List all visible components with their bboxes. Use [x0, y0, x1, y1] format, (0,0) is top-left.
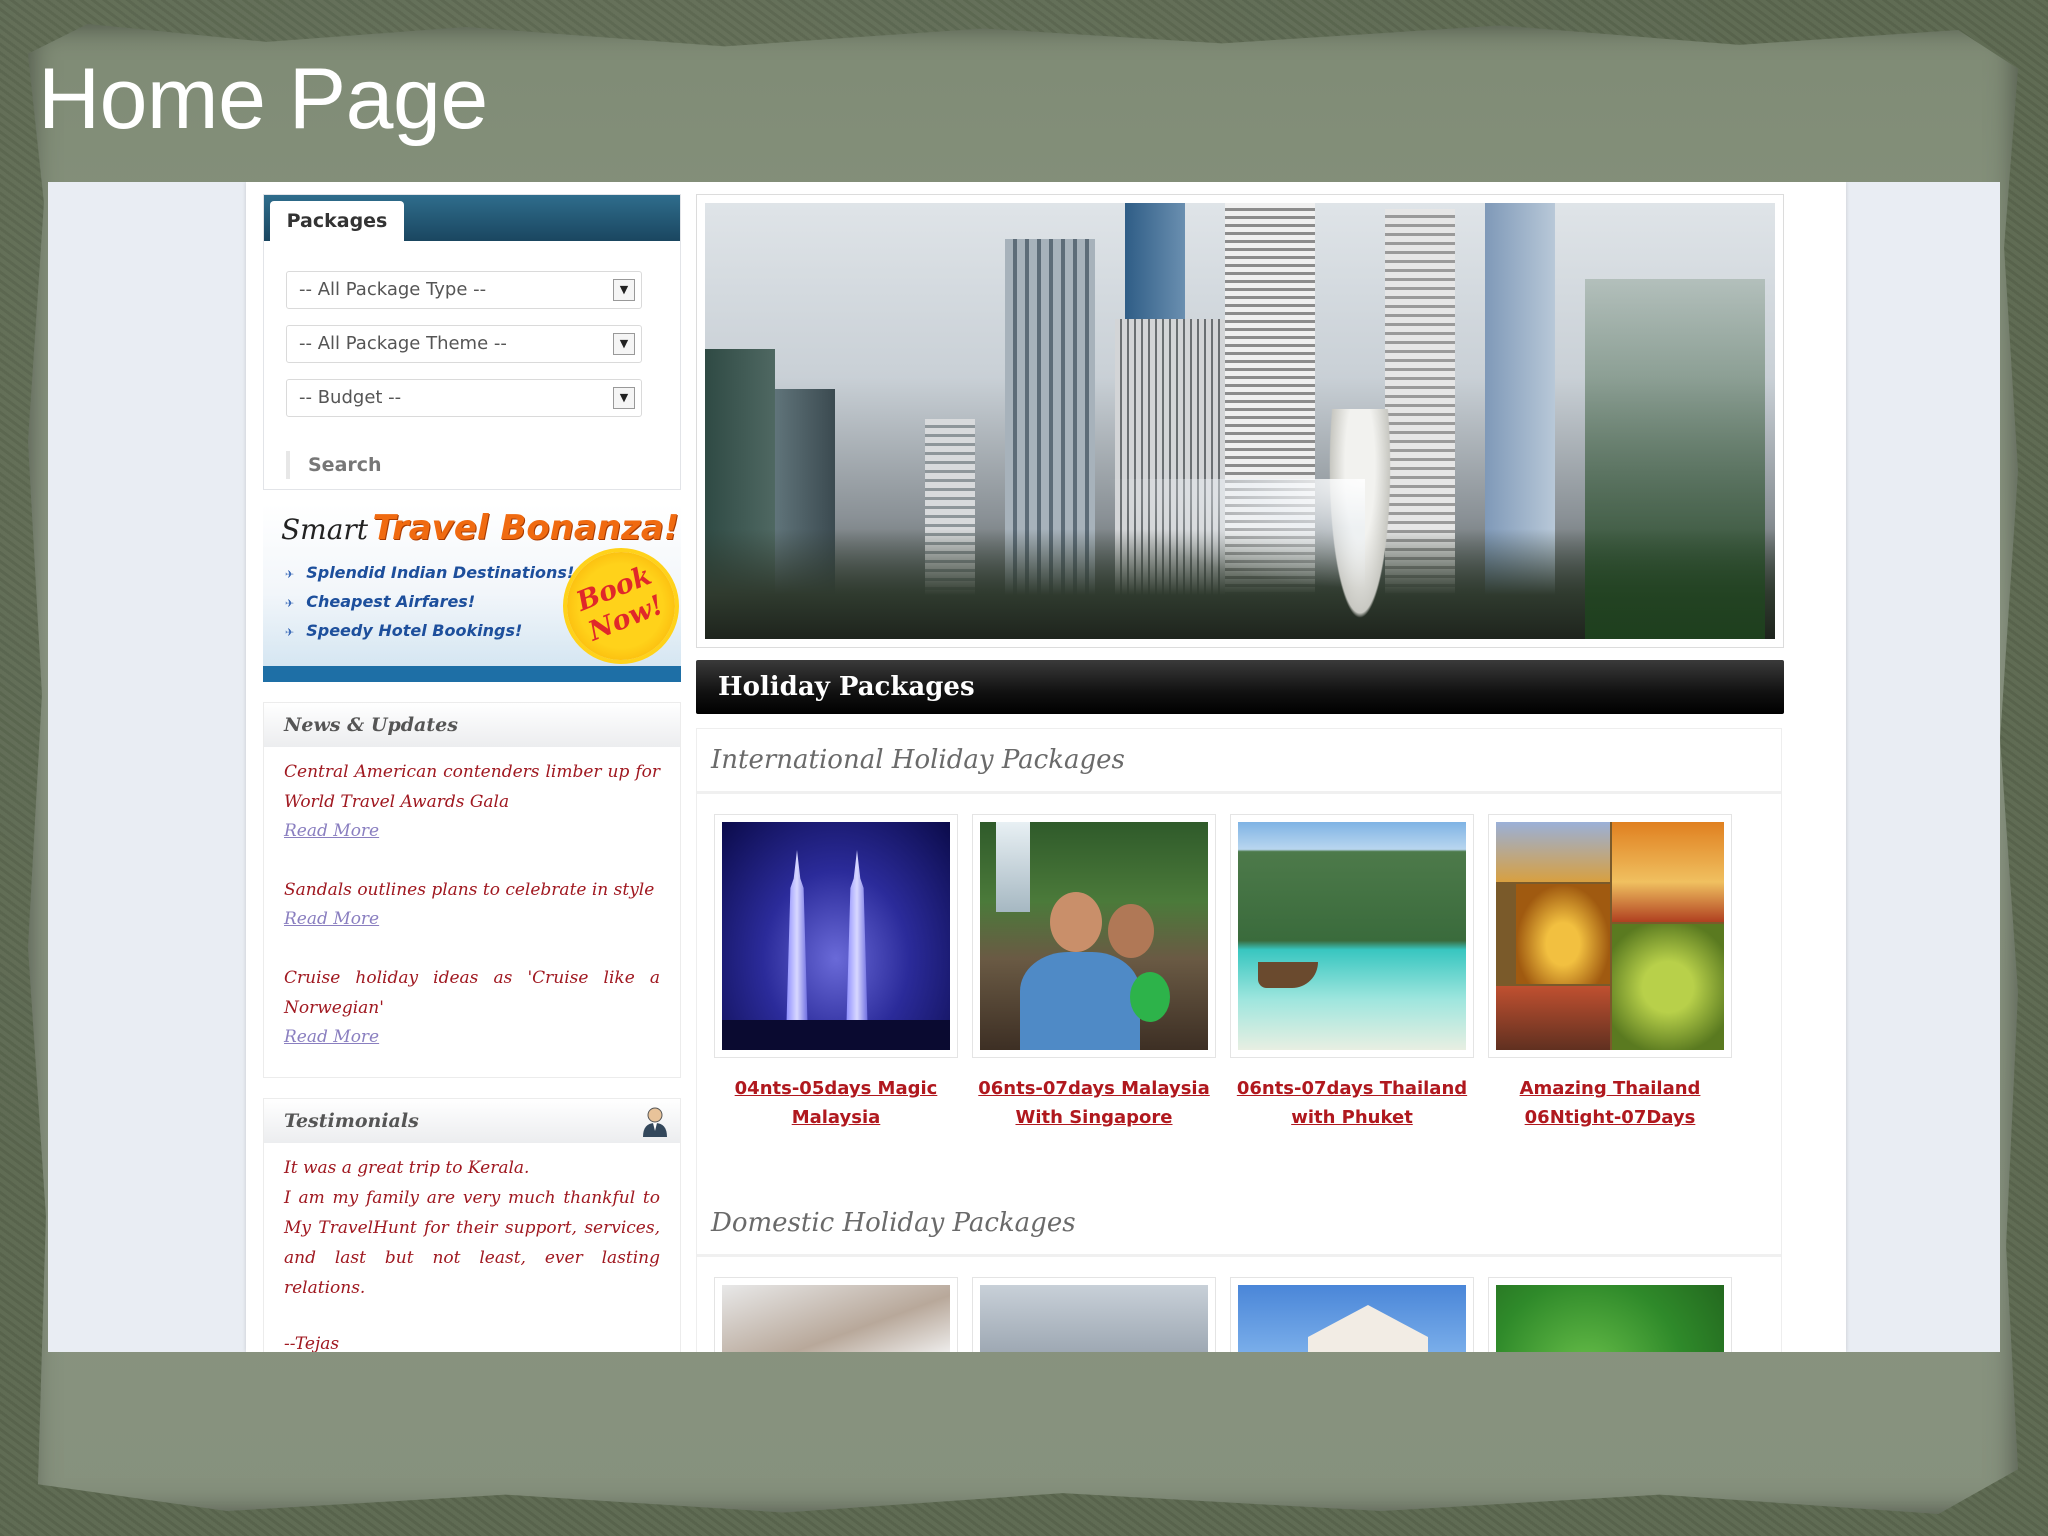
package-card[interactable] — [1481, 1277, 1739, 1352]
domestic-package-list — [697, 1257, 1781, 1352]
package-thumbnail[interactable] — [1230, 814, 1474, 1058]
budget-select[interactable]: -- Budget -- ▼ — [286, 379, 642, 417]
sidebar: Packages -- All Package Type -- ▼ -- All… — [263, 194, 681, 1352]
package-card[interactable] — [1223, 1277, 1481, 1352]
package-card[interactable]: 04nts-05days Magic Malaysia — [707, 814, 965, 1132]
package-link[interactable]: 04nts-05days Magic Malaysia — [707, 1074, 965, 1132]
house-image — [1238, 1285, 1466, 1352]
testimonials-heading: Testimonials — [264, 1099, 680, 1143]
promo-item: ✈ Cheapest Airfares! — [285, 592, 476, 611]
search-button[interactable]: Search — [286, 451, 382, 479]
package-card[interactable]: 06nts-07days Malaysia With Singapore — [965, 814, 1223, 1132]
singapore-skyline-image — [705, 203, 1775, 639]
news-list: Central American contenders limber up fo… — [264, 747, 680, 1077]
testimonial-line1: It was a great trip to Kerala. — [284, 1158, 530, 1178]
promo-item: ✈ Speedy Hotel Bookings! — [285, 621, 523, 640]
promo-item: ✈ Splendid Indian Destinations! — [285, 563, 575, 582]
international-packages-section: International Holiday Packages 04nts-05d… — [696, 728, 1782, 1352]
cloudy-lake-image — [980, 1285, 1208, 1352]
promo-bonanza-text: Travel Bonanza! — [372, 508, 680, 548]
star-bullet-icon: ✈ — [285, 626, 295, 639]
testimonials-panel: Testimonials It was a great trip to Kera… — [263, 1098, 681, 1352]
main-content: Holiday Packages International Holiday P… — [696, 194, 1784, 1352]
dropdown-arrow-icon[interactable]: ▼ — [613, 333, 635, 355]
package-type-select[interactable]: -- All Package Type -- ▼ — [286, 271, 642, 309]
package-card[interactable]: Amazing Thailand 06Ntight-07Days — [1481, 814, 1739, 1132]
testimonial-author: --Tejas — [284, 1334, 340, 1352]
slide-title: Home Page — [38, 51, 488, 147]
read-more-link[interactable]: Read More — [284, 817, 660, 845]
testimonial-text: I am my family are very much thankful to… — [284, 1188, 660, 1298]
family-with-parrots-image — [980, 822, 1208, 1050]
dropdown-arrow-icon[interactable]: ▼ — [613, 387, 635, 409]
news-heading: News & Updates — [264, 703, 680, 747]
package-thumbnail[interactable] — [972, 1277, 1216, 1352]
package-thumbnail[interactable] — [714, 814, 958, 1058]
package-thumbnail[interactable] — [1488, 1277, 1732, 1352]
package-card[interactable] — [965, 1277, 1223, 1352]
package-link[interactable]: Amazing Thailand 06Ntight-07Days — [1481, 1074, 1739, 1132]
petronas-towers-image — [722, 822, 950, 1050]
book-now-badge[interactable]: Book Now! — [550, 535, 681, 666]
package-thumbnail[interactable] — [1488, 814, 1732, 1058]
star-bullet-icon: ✈ — [285, 597, 295, 610]
news-item: Central American contenders limber up fo… — [284, 757, 660, 845]
package-thumbnail[interactable] — [714, 1277, 958, 1352]
thailand-collage-image — [1496, 822, 1724, 1050]
packages-tab-bar: Packages — [264, 195, 680, 241]
package-theme-select[interactable]: -- All Package Theme -- ▼ — [286, 325, 642, 363]
international-package-list: 04nts-05days Magic Malaysia 06nts-07days… — [697, 794, 1781, 1132]
international-section-title: International Holiday Packages — [697, 729, 1781, 794]
news-text[interactable]: Central American contenders limber up fo… — [284, 757, 660, 817]
package-link[interactable]: 06nts-07days Malaysia With Singapore — [965, 1074, 1223, 1132]
website-screenshot: Packages -- All Package Type -- ▼ -- All… — [48, 182, 2000, 1352]
news-panel: News & Updates Central American contende… — [263, 702, 681, 1078]
tab-packages[interactable]: Packages — [270, 201, 404, 241]
travel-bonanza-banner[interactable]: Smart Travel Bonanza! ✈ Splendid Indian D… — [263, 504, 681, 682]
green-forest-image — [1496, 1285, 1724, 1352]
testimonial-body: It was a great trip to Kerala. I am my f… — [264, 1143, 680, 1352]
site-page: Packages -- All Package Type -- ▼ -- All… — [246, 182, 1846, 1352]
news-text[interactable]: Sandals outlines plans to celebrate in s… — [284, 875, 660, 905]
news-item: Cruise holiday ideas as 'Cruise like a N… — [284, 963, 660, 1051]
package-theme-value: -- All Package Theme -- — [299, 333, 507, 354]
star-bullet-icon: ✈ — [285, 568, 295, 581]
hero-banner — [696, 194, 1784, 648]
packages-search-box: Packages -- All Package Type -- ▼ -- All… — [263, 194, 681, 490]
holiday-packages-bar: Holiday Packages — [696, 660, 1784, 714]
promo-title: Smart Travel Bonanza! — [281, 508, 679, 548]
package-link[interactable]: 06nts-07days Thailand with Phuket — [1223, 1074, 1481, 1132]
news-item: Sandals outlines plans to celebrate in s… — [284, 875, 660, 933]
phuket-beach-image — [1238, 822, 1466, 1050]
dropdown-arrow-icon[interactable]: ▼ — [613, 279, 635, 301]
domestic-section-title: Domestic Holiday Packages — [697, 1192, 1781, 1257]
package-thumbnail[interactable] — [972, 814, 1216, 1058]
budget-value: -- Budget -- — [299, 387, 402, 408]
package-type-value: -- All Package Type -- — [299, 279, 487, 300]
news-text[interactable]: Cruise holiday ideas as 'Cruise like a N… — [284, 963, 660, 1023]
user-icon — [643, 1107, 667, 1137]
package-thumbnail[interactable] — [1230, 1277, 1474, 1352]
snowy-mountain-image — [722, 1285, 950, 1352]
read-more-link[interactable]: Read More — [284, 905, 660, 933]
package-card[interactable] — [707, 1277, 965, 1352]
package-card[interactable]: 06nts-07days Thailand with Phuket — [1223, 814, 1481, 1132]
promo-smart-text: Smart — [281, 513, 369, 546]
read-more-link[interactable]: Read More — [284, 1023, 660, 1051]
promo-list: ✈ Splendid Indian Destinations! ✈ Cheapest… — [285, 558, 574, 645]
